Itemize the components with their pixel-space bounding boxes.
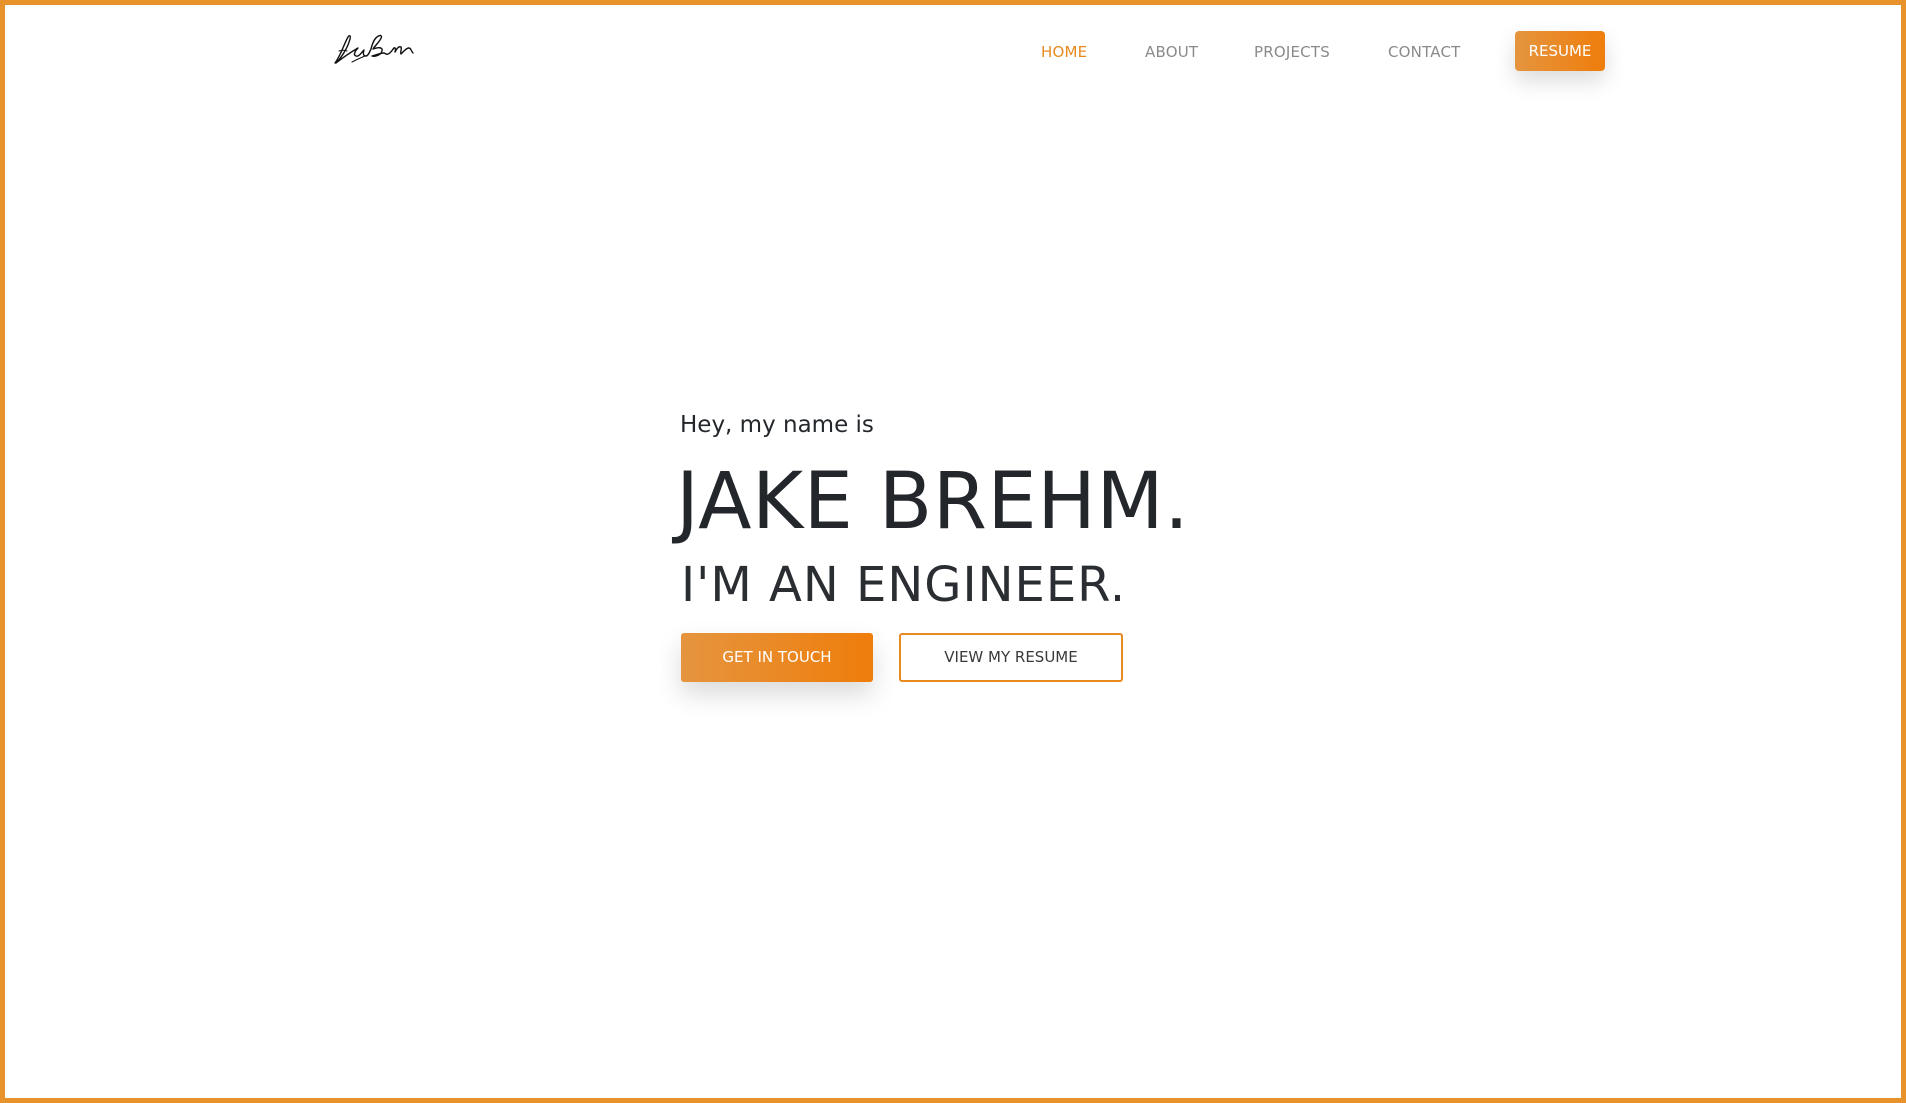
nav-projects-link[interactable]: PROJECTS	[1254, 43, 1330, 61]
nav-about-link[interactable]: ABOUT	[1145, 43, 1198, 61]
get-in-touch-button[interactable]: GET IN TOUCH	[681, 633, 873, 682]
hero-name-heading: JAKE BREHM.	[676, 457, 1190, 547]
nav-contact-link[interactable]: CONTACT	[1388, 43, 1461, 61]
hero-role-heading: I'M AN ENGINEER.	[681, 557, 1127, 613]
resume-button[interactable]: RESUME	[1515, 31, 1605, 71]
hero-intro-text: Hey, my name is	[680, 412, 874, 438]
view-my-resume-button[interactable]: VIEW MY RESUME	[899, 633, 1123, 682]
nav-home-link[interactable]: HOME	[1041, 43, 1087, 61]
main-nav: HOME ABOUT PROJECTS CONTACT RESUME	[5, 31, 1906, 71]
page-frame: HOME ABOUT PROJECTS CONTACT RESUME Hey, …	[0, 0, 1906, 1103]
